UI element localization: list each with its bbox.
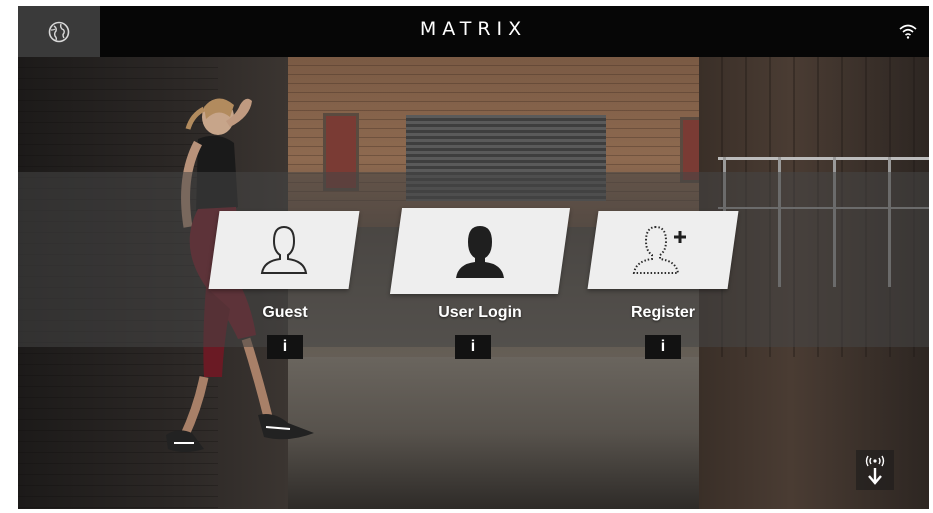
- top-bar: MATRIX: [18, 6, 929, 57]
- guest-info-button[interactable]: i: [267, 335, 303, 359]
- add-user-icon: [632, 225, 686, 274]
- user-login-info-button[interactable]: i: [455, 335, 491, 359]
- register-label: Register: [630, 304, 696, 321]
- user-filled-icon: [456, 226, 504, 278]
- wireless-download-button[interactable]: [856, 450, 894, 490]
- guest-label: Guest: [262, 304, 308, 321]
- user-login-label: User Login: [438, 304, 522, 321]
- brand-logo: MATRIX: [419, 18, 528, 40]
- user-login-button[interactable]: [389, 208, 571, 294]
- wireless-download-icon: [865, 455, 885, 485]
- wifi-icon: [899, 24, 917, 39]
- register-info-button[interactable]: i: [645, 335, 681, 359]
- register-button[interactable]: [587, 211, 739, 289]
- app-screen: MATRIX Guest User Login Register i i i: [18, 6, 929, 509]
- guest-button[interactable]: [208, 211, 360, 289]
- user-outline-icon: [260, 225, 308, 274]
